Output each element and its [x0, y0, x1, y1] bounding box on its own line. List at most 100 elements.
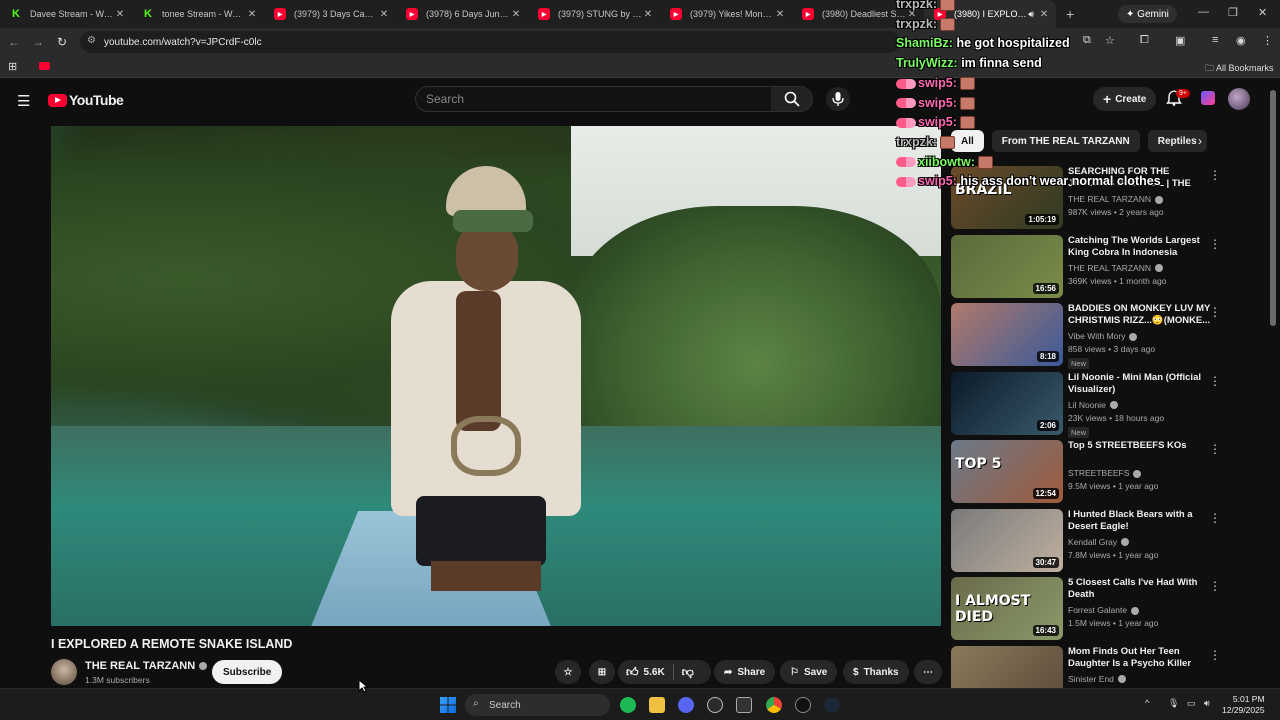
- thumbnail-text: TOP 5: [955, 456, 1002, 472]
- recommended-channel[interactable]: STREETBEEFS: [1068, 468, 1142, 478]
- recommended-channel[interactable]: Forrest Galante: [1068, 605, 1140, 615]
- all-bookmarks[interactable]: 🗀 All Bookmarks: [1205, 61, 1274, 77]
- volume-icon[interactable]: 🔊︎: [1204, 698, 1210, 709]
- thanks-button[interactable]: $ Thanks: [843, 660, 909, 684]
- more-actions-button[interactable]: ⋯: [914, 660, 942, 684]
- recommended-video-title[interactable]: Mom Finds Out Her Teen Daughter Is a Psy…: [1068, 646, 1218, 670]
- share-button[interactable]: ➦ Share: [714, 660, 776, 684]
- browser-tab[interactable]: ▶ (3979) 3 Days Camping✕: [264, 0, 396, 28]
- recommended-video[interactable]: TOP 5 12:54 Top 5 STREETBEEFS KOs STREETBEE…: [951, 440, 1223, 508]
- recommended-video-title[interactable]: Catching The Worlds Largest King Cobra I…: [1068, 235, 1218, 259]
- site-info-icon[interactable]: ⚙: [87, 35, 96, 46]
- apps-icon[interactable]: ⊞: [8, 60, 17, 73]
- windows-start-icon[interactable]: [440, 697, 456, 713]
- recommended-video-title[interactable]: Lil Noonie - Mini Man (Official Visualiz…: [1068, 372, 1218, 396]
- favorite-button[interactable]: ☆: [555, 660, 581, 684]
- url-field[interactable]: ⚙ youtube.com/watch?v=JPCrdF-c0lc: [80, 31, 900, 53]
- browser-tab[interactable]: ▶ (3979) STUNG by a TAR✕: [528, 0, 660, 28]
- video-options-icon[interactable]: ⋮: [1209, 237, 1221, 251]
- browser-tab[interactable]: ▶ (3978) 6 Days Jungle Su✕: [396, 0, 528, 28]
- browser-tab[interactable]: K Davee Stream - Watch L✕: [0, 0, 132, 28]
- video-options-icon[interactable]: ⋮: [1209, 579, 1221, 593]
- voice-search-button[interactable]: [826, 87, 850, 111]
- recommended-video[interactable]: I ALMOST DIED 16:43 5 Closest Calls I've H…: [951, 577, 1223, 645]
- back-icon[interactable]: ←: [2, 35, 26, 49]
- recommended-channel[interactable]: THE REAL TARZANN: [1068, 194, 1163, 204]
- video-thumbnail[interactable]: 30:47: [951, 508, 1063, 572]
- recommended-video[interactable]: 8:18 BADDIES ON MONKEY LUV MY CHRISTMIS R…: [951, 303, 1223, 371]
- minimize-icon[interactable]: —: [1198, 6, 1209, 18]
- video-player[interactable]: [51, 126, 941, 626]
- recommended-video-title[interactable]: 5 Closest Calls I've Had With Death: [1068, 577, 1218, 601]
- tray-chevron-icon[interactable]: ^: [1145, 698, 1149, 708]
- forward-icon[interactable]: →: [26, 35, 50, 49]
- recommended-channel[interactable]: Sinister End: [1068, 674, 1126, 684]
- recommended-channel[interactable]: Kendall Gray: [1068, 537, 1130, 547]
- network-icon[interactable]: ▭: [1187, 698, 1196, 709]
- browser-tab[interactable]: Ktonee Stream - Watch L✕: [132, 0, 264, 28]
- recommended-video[interactable]: 16:56 Catching The Worlds Largest King Co…: [951, 234, 1223, 303]
- video-thumbnail[interactable]: 2:06: [951, 371, 1063, 435]
- browser-tab[interactable]: ▶ (3979) Yikes! Monster W✕: [660, 0, 792, 28]
- channel-name[interactable]: THE REAL TARZANN: [85, 660, 208, 672]
- save-button[interactable]: ⚐ Save: [780, 660, 838, 684]
- recommended-video-title[interactable]: BADDIES ON MONKEY LUV MY CHRISTMIS RIZZ.…: [1068, 303, 1218, 327]
- close-tab-icon[interactable]: ✕: [246, 9, 258, 20]
- video-thumbnail[interactable]: I ALMOST DIED 16:43: [951, 577, 1063, 640]
- channel-avatar[interactable]: [51, 659, 77, 685]
- close-tab-icon[interactable]: ✕: [378, 9, 390, 20]
- taskbar-search[interactable]: ⌕ Search: [465, 694, 610, 716]
- discord-icon[interactable]: [678, 697, 694, 713]
- account-avatar[interactable]: [1228, 88, 1250, 110]
- chips-next-icon[interactable]: ›: [1198, 134, 1202, 148]
- chat-emote-icon: [959, 96, 975, 110]
- subscribe-button[interactable]: Subscribe: [212, 660, 283, 684]
- video-options-icon[interactable]: ⋮: [1209, 168, 1221, 182]
- recommended-video[interactable]: 2:06 Lil Noonie - Mini Man (Official Visu…: [951, 371, 1223, 440]
- close-window-icon[interactable]: ✕: [1258, 6, 1267, 19]
- video-options-icon[interactable]: ⋮: [1209, 511, 1221, 525]
- video-options-icon[interactable]: ⋮: [1209, 305, 1221, 319]
- search-input[interactable]: Search: [415, 86, 772, 112]
- video-options-icon[interactable]: ⋮: [1209, 442, 1221, 456]
- recommended-meta: 7.8M views • 1 year ago: [1068, 549, 1159, 560]
- close-tab-icon[interactable]: ✕: [774, 9, 786, 20]
- recommended-channel[interactable]: THE REAL TARZANN: [1068, 263, 1163, 273]
- file-explorer-icon[interactable]: [649, 697, 665, 713]
- dislike-button[interactable]: 👎︎: [682, 665, 694, 680]
- obs-icon[interactable]: [707, 697, 723, 713]
- recommended-video-title[interactable]: I Hunted Black Bears with a Desert Eagle…: [1068, 509, 1218, 533]
- search-button[interactable]: [771, 86, 813, 112]
- video-thumbnail[interactable]: TOP 5 12:54: [951, 440, 1063, 503]
- menu-icon[interactable]: ⋮: [1262, 34, 1273, 47]
- youtube-bookmark-icon[interactable]: [39, 62, 50, 70]
- recommended-video-title[interactable]: Top 5 STREETBEEFS KOs: [1068, 440, 1218, 452]
- close-tab-icon[interactable]: ✕: [510, 9, 522, 20]
- page-scrollbar[interactable]: [1270, 90, 1276, 326]
- video-thumbnail[interactable]: 16:56: [951, 234, 1063, 298]
- maximize-icon[interactable]: ❐: [1228, 6, 1238, 19]
- microphone-tray-icon[interactable]: 🎙︎: [1168, 698, 1179, 709]
- media-icon[interactable]: ≡: [1212, 34, 1218, 46]
- video-options-icon[interactable]: ⋮: [1209, 374, 1221, 388]
- system-clock[interactable]: 5:01 PM 12/29/2025: [1222, 694, 1265, 716]
- like-button[interactable]: 👍︎ 5.6K: [626, 665, 665, 680]
- close-tab-icon[interactable]: ✕: [114, 9, 126, 20]
- reload-icon[interactable]: ↻: [50, 35, 74, 49]
- steam-icon[interactable]: [824, 697, 840, 713]
- recommended-channel[interactable]: Vibe With Mory: [1068, 331, 1138, 341]
- recommended-video[interactable]: 30:47 I Hunted Black Bears with a Desert …: [951, 508, 1223, 577]
- extension-app-icon[interactable]: [1201, 91, 1215, 105]
- chrome-icon[interactable]: [766, 697, 782, 713]
- youtube-logo[interactable]: YouTube: [48, 92, 124, 108]
- profile-icon[interactable]: ◉: [1236, 34, 1246, 47]
- close-tab-icon[interactable]: ✕: [642, 9, 654, 20]
- video-options-icon[interactable]: ⋮: [1209, 648, 1221, 662]
- epic-games-icon[interactable]: [736, 697, 752, 713]
- queue-button[interactable]: ⊞: [589, 660, 615, 684]
- video-thumbnail[interactable]: 8:18: [951, 303, 1063, 366]
- app-icon[interactable]: [795, 697, 811, 713]
- recommended-channel[interactable]: Lil Noonie: [1068, 400, 1118, 410]
- spotify-icon[interactable]: [620, 697, 636, 713]
- hamburger-menu-icon[interactable]: ☰: [17, 92, 30, 110]
